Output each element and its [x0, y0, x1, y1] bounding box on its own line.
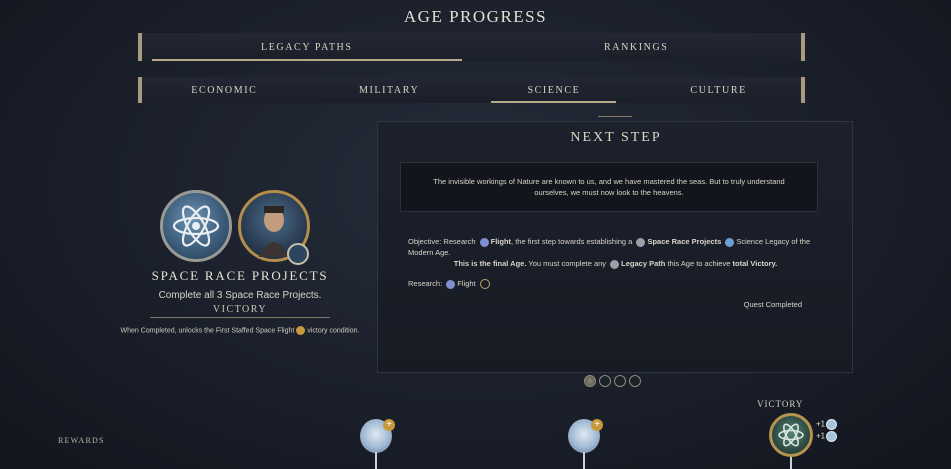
flight-tech-icon [446, 279, 456, 289]
tab-rankings[interactable]: RANKINGS [472, 33, 802, 61]
objective-project[interactable]: Space Race Projects [647, 237, 721, 246]
reward-milestone-icon[interactable]: + [568, 419, 603, 453]
page-dot-3[interactable] [614, 375, 626, 387]
milestone-stem [583, 452, 585, 469]
next-step-title: NEXT STEP [570, 130, 662, 145]
research-line: Research: Flight [408, 279, 492, 290]
note-text-end: victory condition. [307, 327, 360, 335]
sub-tab-bar: ECONOMIC MILITARY SCIENCE CULTURE [138, 77, 805, 103]
final-age-path: Legacy Path [621, 259, 666, 268]
divider [150, 317, 330, 318]
final-age-bold: This is the final Age. [453, 259, 527, 268]
quote-box: The invisible workings of Nature are kno… [400, 162, 818, 212]
bonus-icon [826, 419, 838, 430]
plus-icon: + [591, 419, 603, 431]
space-race-icon [636, 237, 646, 247]
science-icon [725, 237, 735, 247]
research-tech[interactable]: Flight [457, 279, 475, 288]
page-dot-1[interactable] [584, 375, 596, 387]
objective-tech[interactable]: Flight [491, 237, 511, 246]
checkmark-icon [479, 279, 490, 290]
next-step-panel: NEXT STEP The invisible workings of Natu… [377, 121, 853, 373]
tab-economic[interactable]: ECONOMIC [142, 77, 307, 103]
legacy-unlock-note: When Completed, unlocks the First Staffe… [100, 326, 380, 335]
page-indicator [584, 375, 641, 387]
bonus-2-value: +1 [816, 431, 826, 441]
bonus-icon [826, 431, 838, 442]
tab-science[interactable]: SCIENCE [472, 77, 637, 103]
legacy-victory-label: VICTORY [212, 304, 268, 315]
legacy-subtitle: Complete all 3 Space Race Projects. [158, 290, 322, 301]
tab-military[interactable]: MILITARY [307, 77, 472, 103]
victory-medal-icon[interactable] [769, 413, 813, 457]
leader-badge-icon [287, 243, 309, 265]
plus-icon: + [383, 419, 395, 431]
legacy-title: SPACE RACE PROJECTS [151, 268, 329, 283]
atom-icon [160, 190, 232, 262]
final-age-middle: You must complete any [528, 259, 607, 268]
bonus-1: +1 [816, 419, 838, 430]
final-age-victory: total Victory. [732, 259, 778, 268]
rewards-label: REWARDS [58, 436, 105, 445]
victory-stem [790, 457, 792, 469]
objective-prefix: Objective: Research [408, 237, 476, 246]
final-age-text: This is the final Age. You must complete… [408, 259, 823, 269]
bonus-2: +1 [816, 431, 838, 442]
research-label: Research: [408, 279, 443, 288]
page-dot-4[interactable] [629, 375, 641, 387]
reward-milestone-icon[interactable]: + [360, 419, 395, 453]
victory-icon [296, 326, 306, 335]
page-title: AGE PROGRESS [403, 7, 548, 26]
page-dot-2[interactable] [599, 375, 611, 387]
legacy-path-icon [610, 259, 620, 269]
final-age-after: this Age to achieve [667, 259, 731, 268]
note-text: When Completed, unlocks the First Staffe… [120, 327, 295, 335]
milestone-stem [375, 452, 377, 469]
victory-reward-label: VICTORY [757, 399, 804, 409]
tab-legacy-paths[interactable]: LEGACY PATHS [142, 33, 472, 61]
tab-culture[interactable]: CULTURE [636, 77, 801, 103]
objective-text: Objective: Research Flight, the first st… [408, 236, 823, 258]
bonus-1-value: +1 [816, 419, 826, 429]
quest-status: Quest Completed [743, 300, 802, 309]
top-tab-bar: LEGACY PATHS RANKINGS [138, 33, 805, 61]
flight-tech-icon [479, 237, 489, 247]
objective-middle: , the first step towards establishing a [511, 237, 633, 246]
